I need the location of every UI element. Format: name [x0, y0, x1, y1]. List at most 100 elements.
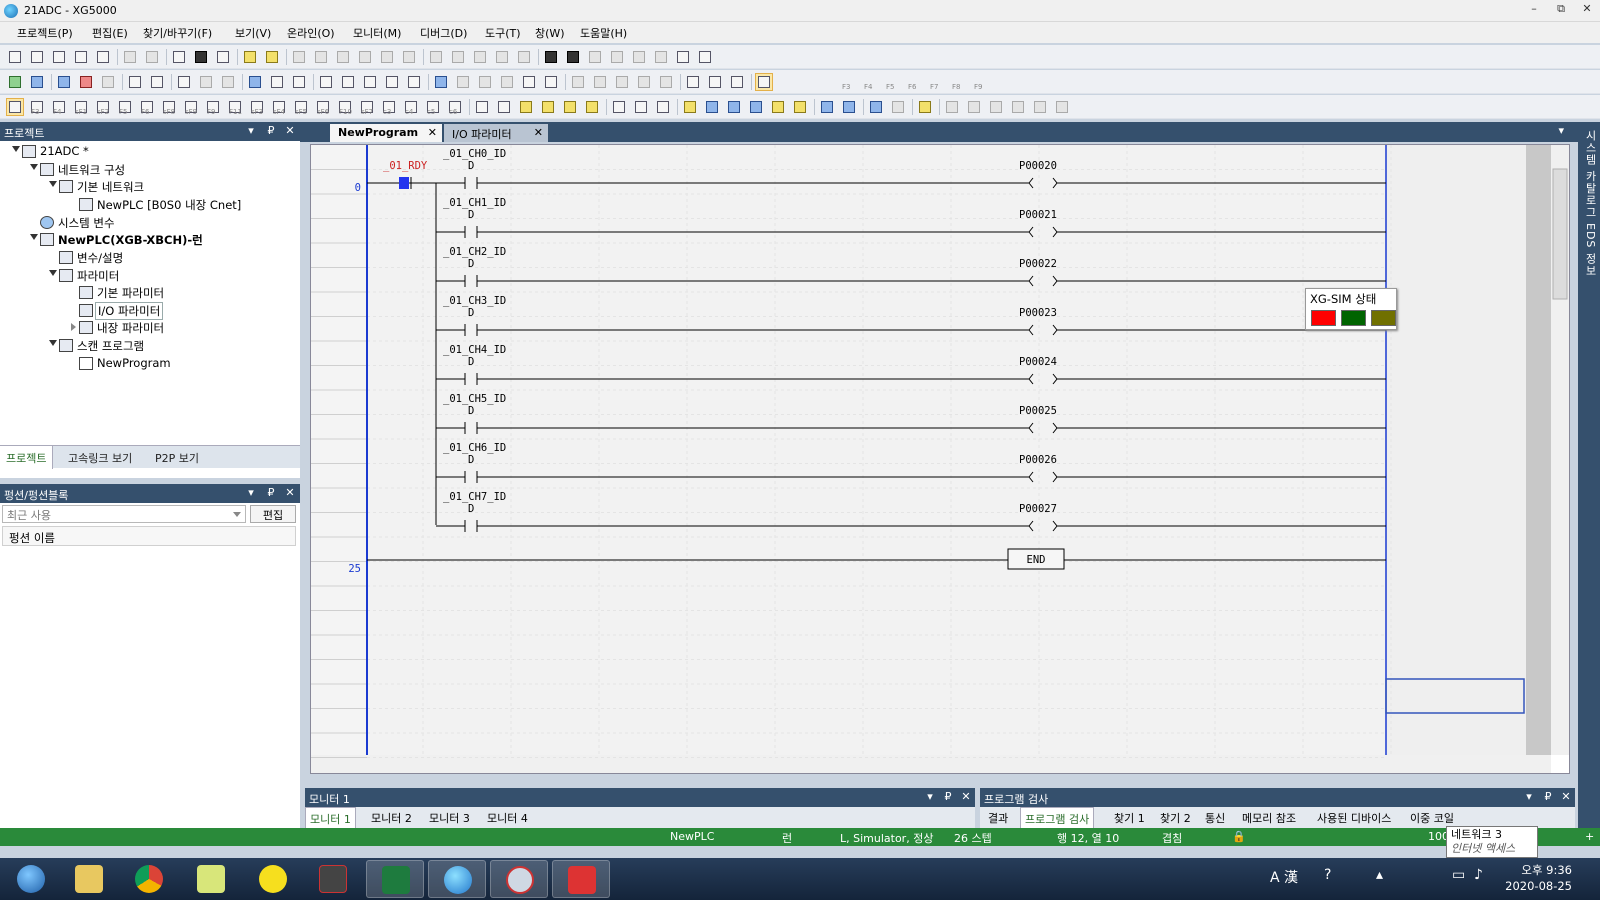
menu-edit[interactable]: 편집(E) [92, 25, 128, 41]
fkey-F6-button[interactable]: F6 [904, 73, 922, 91]
arrow-left-button[interactable] [674, 48, 692, 66]
replace-next-button[interactable] [630, 48, 648, 66]
tab-monitor-1[interactable]: 모니터 1 [305, 807, 356, 828]
panel-menu-icon[interactable]: ▾ [244, 486, 258, 499]
zoom-in-icon[interactable]: + [1585, 830, 1594, 843]
vview2-button[interactable] [632, 98, 650, 116]
find-next-button[interactable] [564, 48, 582, 66]
align-button[interactable] [515, 48, 533, 66]
minimize-button[interactable]: – [1523, 2, 1545, 20]
link-button[interactable] [219, 73, 237, 91]
plc-info-button[interactable] [28, 73, 46, 91]
menu-online[interactable]: 온라인(O) [287, 25, 335, 41]
fbd-button[interactable] [769, 98, 787, 116]
cut-button[interactable] [334, 48, 352, 66]
panel-menu-icon[interactable]: ▾ [923, 790, 937, 803]
menu-window[interactable]: 창(W) [535, 25, 565, 41]
m2-button[interactable] [965, 98, 983, 116]
start-contact[interactable] [399, 177, 409, 189]
select-mode-button[interactable] [6, 98, 24, 116]
contact-nc-button[interactable]: F4 [50, 98, 68, 116]
insert-row-button[interactable] [427, 48, 445, 66]
st-button[interactable] [725, 98, 743, 116]
trend-button[interactable] [383, 73, 401, 91]
read-button[interactable] [148, 73, 166, 91]
function-block-button[interactable]: sF6 [314, 98, 332, 116]
step-button[interactable] [706, 73, 724, 91]
delete-row-button[interactable] [449, 48, 467, 66]
fkey-F5-button[interactable]: F5 [882, 73, 900, 91]
tab-monitor-3[interactable]: 모니터 3 [429, 810, 470, 826]
c1-button[interactable] [569, 73, 587, 91]
taskbar-excel[interactable] [366, 860, 424, 898]
scrollbar-thumb[interactable] [1552, 168, 1568, 300]
tab-find-2[interactable]: 찾기 2 [1160, 810, 1191, 826]
tab-io-parameters[interactable]: I/O 파라미터 ✕ [444, 124, 548, 142]
invert-button[interactable]: F10 [336, 98, 354, 116]
contact-n-button[interactable]: sF2 [94, 98, 112, 116]
coil-neg-button[interactable]: sF9 [182, 98, 200, 116]
taskbar-xg5000[interactable] [428, 860, 486, 898]
tab-double-coil[interactable]: 이중 코일 [1410, 810, 1454, 826]
system-monitor-button[interactable] [454, 73, 472, 91]
redo-button[interactable] [312, 48, 330, 66]
fkey-F3-button[interactable]: F3 [838, 73, 856, 91]
tray-expand-icon[interactable]: ▴ [1376, 867, 1383, 883]
search-button[interactable] [889, 98, 907, 116]
menu-debug[interactable]: 디버그(D) [420, 25, 467, 41]
variable-monitor-button[interactable] [432, 73, 450, 91]
coil-reset-button[interactable]: F11 [226, 98, 244, 116]
write-button[interactable] [126, 73, 144, 91]
zoom-in-button[interactable] [818, 98, 836, 116]
arrow-right-button[interactable] [696, 48, 714, 66]
menu-monitor[interactable]: 모니터(M) [353, 25, 401, 41]
start-monitor-button[interactable] [246, 73, 264, 91]
contact-no-button[interactable]: F3 [28, 98, 46, 116]
m5-button[interactable] [1031, 98, 1049, 116]
clock-button[interactable] [214, 48, 232, 66]
c6-button[interactable]: c6 [446, 98, 464, 116]
c5-button[interactable]: c5 [424, 98, 442, 116]
function-category-select[interactable]: 최근 사용 [2, 505, 246, 523]
edit-button[interactable]: 편집 [250, 505, 296, 523]
pause-button[interactable] [99, 73, 117, 91]
find-button[interactable] [542, 48, 560, 66]
copy-button[interactable] [356, 48, 374, 66]
close-icon[interactable]: ✕ [959, 790, 973, 803]
tab-monitor-2[interactable]: 모니터 2 [371, 810, 412, 826]
menu-project[interactable]: 프로젝트(P) [17, 25, 73, 41]
ladder-canvas[interactable] [367, 145, 1386, 773]
tab-used-devices[interactable]: 사용된 디바이스 [1317, 810, 1391, 826]
c2-button[interactable] [591, 73, 609, 91]
pin-icon[interactable]: ₽ [264, 124, 278, 137]
plc-event-button[interactable] [361, 73, 379, 91]
goto-button[interactable] [652, 48, 670, 66]
taskbar-notes[interactable] [182, 860, 240, 898]
ladder-editor[interactable]: 0 25 _01_RDY _01_CH0_ID D P00020 _01_CH1_ID D P0… [310, 144, 1570, 774]
tab-program-check[interactable]: 프로그램 검사 [1020, 807, 1095, 828]
network-icon[interactable]: ▭ [1452, 867, 1465, 883]
reset-button[interactable] [175, 73, 193, 91]
tab-p2p[interactable]: P2P 보기 [155, 450, 199, 466]
fkey-F8-button[interactable]: F8 [948, 73, 966, 91]
runto-button[interactable] [728, 73, 746, 91]
c5-button[interactable] [657, 73, 675, 91]
help-icon[interactable]: ? [1324, 867, 1331, 883]
zoom-out-button[interactable] [840, 98, 858, 116]
comment-mode-button[interactable] [473, 98, 491, 116]
save-all-button[interactable] [50, 48, 68, 66]
contact-p-button[interactable]: sF1 [72, 98, 90, 116]
pin-icon[interactable]: ₽ [941, 790, 955, 803]
connect-line-button[interactable]: sF7 [358, 98, 376, 116]
menu-help[interactable]: 도움말(H) [580, 25, 627, 41]
m1-button[interactable] [943, 98, 961, 116]
menu-view[interactable]: 보기(V) [235, 25, 271, 41]
view-b-button[interactable] [542, 73, 560, 91]
menu-tools[interactable]: 도구(T) [485, 25, 521, 41]
taskbar-file-explorer[interactable] [60, 860, 118, 898]
vertical-button[interactable]: F6 [138, 98, 156, 116]
fkey-F4-button[interactable]: F4 [860, 73, 878, 91]
monitor-view-button[interactable] [268, 73, 286, 91]
tab-project[interactable]: 프로젝트 [0, 446, 54, 469]
close-icon[interactable]: ✕ [283, 124, 297, 137]
